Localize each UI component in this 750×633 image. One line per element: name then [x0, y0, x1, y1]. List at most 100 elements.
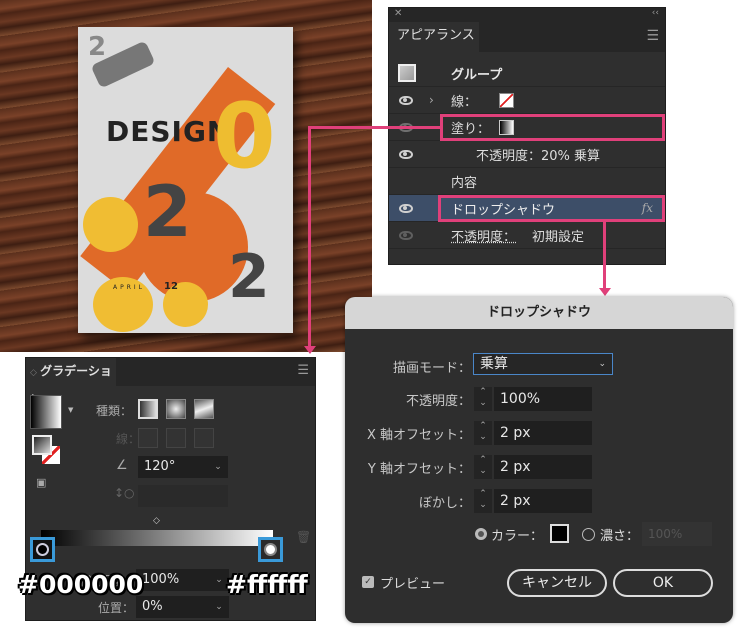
preview-checkbox[interactable]: ✓ — [362, 576, 374, 588]
poster-yellow-blob — [83, 197, 138, 252]
y-offset-stepper[interactable]: ⌃ ⌄ — [474, 455, 492, 479]
eye-icon[interactable] — [399, 95, 413, 105]
connector-line — [603, 222, 606, 290]
panel-menu-icon[interactable]: ☰ — [297, 363, 309, 378]
poster-digit: 0 — [213, 84, 276, 189]
connector-line — [309, 126, 440, 129]
eye-icon[interactable] — [399, 230, 413, 240]
angle-icon: ∠ — [116, 458, 128, 473]
connector-line — [308, 126, 311, 348]
tab-appearance[interactable]: アピアランス — [389, 22, 479, 52]
arrow-down-icon — [304, 346, 316, 354]
shadow-color-swatch[interactable] — [550, 524, 569, 543]
aspect-ratio-input[interactable] — [138, 485, 228, 507]
angle-input[interactable]: 120° — [138, 456, 208, 478]
chevron-right-icon[interactable]: › — [429, 93, 434, 107]
dialog-title: ドロップシャドウ — [345, 297, 733, 329]
blend-mode-value: 乗算 — [480, 356, 508, 372]
blend-mode-select[interactable]: 乗算 ⌄ — [473, 353, 613, 375]
poster-date-label: APRIL — [113, 284, 146, 291]
panel-menu-icon[interactable]: ☰ — [646, 28, 659, 44]
trash-icon[interactable]: 🗑 — [296, 530, 311, 544]
group-label: グループ — [451, 67, 503, 83]
x-offset-stepper[interactable]: ⌃ ⌄ — [474, 421, 492, 445]
color-radio[interactable] — [475, 528, 487, 540]
aspect-ratio-icon: ↕○ — [114, 486, 135, 500]
appearance-row-contents[interactable]: 内容 — [389, 168, 665, 195]
poster-date-number: 12 — [164, 281, 178, 292]
hex-label-white: #ffffff — [226, 570, 308, 599]
gradient-slider[interactable] — [41, 530, 273, 546]
ok-button[interactable]: OK — [613, 569, 713, 597]
position-input[interactable]: 0% — [136, 596, 209, 618]
radial-gradient-button[interactable] — [166, 399, 186, 419]
drop-shadow-dialog: ドロップシャドウ 描画モード： 乗算 ⌄ 不透明度： ⌃ ⌄ 100% X 軸オフセ… — [345, 297, 733, 623]
stroke-gradient-along-button[interactable] — [166, 428, 186, 448]
eye-icon[interactable] — [399, 203, 413, 213]
x-offset-label: X 軸オフセット： — [366, 428, 471, 443]
opacity-value: 初期設定 — [532, 229, 585, 245]
swap-fill-stroke-icon[interactable]: ▣ — [36, 476, 46, 489]
x-offset-input[interactable]: 2 px — [494, 421, 592, 445]
blur-label: ぼかし： — [418, 496, 471, 511]
darkness-radio[interactable] — [582, 528, 595, 541]
darkness-input[interactable]: 100% — [642, 522, 712, 546]
stroke-label: 線： — [451, 94, 478, 110]
chevron-down-icon: ⌄ — [598, 359, 606, 369]
opacity-label[interactable]: 不透明度： — [451, 226, 516, 245]
stroke-label: 線： — [116, 432, 141, 446]
opacity-input[interactable]: 100% — [136, 569, 209, 591]
tab-bar-fill: ☰ — [116, 358, 315, 386]
poster-digit: 2 — [228, 242, 270, 312]
poster: 2 DESIGN 0 2 2 2 APRIL 12 — [78, 27, 293, 333]
gradient-preview-swatch[interactable] — [30, 395, 62, 429]
blur-stepper[interactable]: ⌃ ⌄ — [474, 489, 492, 513]
appearance-row-stroke[interactable]: › 線： — [389, 87, 665, 114]
opacity-input[interactable]: 100% — [494, 387, 592, 411]
color-stop-left[interactable] — [30, 537, 55, 562]
thumbnail — [398, 64, 416, 82]
blend-mode-label: 描画モード： — [392, 361, 471, 376]
hex-label-black: #000000 — [18, 570, 144, 599]
panel-header-bar: ✕ ‹‹ — [389, 8, 665, 22]
fill-opacity-value[interactable]: 不透明度：20% 乗算 — [476, 145, 600, 164]
position-label: 位置： — [98, 601, 135, 615]
contents-label: 内容 — [451, 175, 478, 191]
darkness-label: 濃さ： — [600, 529, 640, 544]
chevron-down-icon[interactable]: ⌄ — [208, 456, 228, 478]
appearance-row-fill-opacity[interactable]: 不透明度：20% 乗算 — [389, 141, 665, 168]
arrow-down-icon — [599, 288, 611, 296]
fill-swatch[interactable] — [32, 435, 52, 455]
y-offset-label: Y 軸オフセット： — [367, 462, 471, 477]
eye-icon[interactable] — [399, 149, 413, 159]
stop-marker-icon — [36, 543, 49, 556]
appearance-row-group[interactable]: グループ — [389, 60, 665, 87]
type-label: 種類： — [96, 404, 133, 418]
color-label: カラー： — [491, 529, 544, 544]
dropdown-icon[interactable]: ▼ — [68, 406, 73, 414]
opacity-stepper[interactable]: ⌃ ⌄ — [474, 387, 492, 411]
stroke-gradient-across-button[interactable] — [194, 428, 214, 448]
blur-input[interactable]: 2 px — [494, 489, 592, 513]
linear-gradient-button[interactable] — [138, 399, 158, 419]
close-icon[interactable]: ✕ — [394, 8, 402, 19]
y-offset-input[interactable]: 2 px — [494, 455, 592, 479]
color-stop-right[interactable] — [258, 537, 283, 562]
poster-photo: 2 DESIGN 0 2 2 2 APRIL 12 — [0, 0, 372, 352]
chevron-down-icon[interactable]: ⌄ — [209, 596, 229, 618]
stop-marker-icon — [264, 543, 277, 556]
preview-label: プレビュー — [380, 577, 446, 592]
opacity-label: 不透明度： — [405, 394, 471, 409]
fill-highlight — [440, 114, 665, 141]
appearance-row-opacity[interactable]: 不透明度： 初期設定 — [389, 222, 665, 249]
collapse-icon[interactable]: ‹‹ — [652, 8, 659, 18]
stroke-none-swatch[interactable] — [499, 92, 514, 108]
stroke-gradient-within-button[interactable] — [138, 428, 158, 448]
freeform-gradient-button[interactable] — [194, 399, 214, 419]
cancel-button[interactable]: キャンセル — [507, 569, 607, 597]
tab-gradient[interactable]: ◇ グラデーション — [26, 358, 116, 406]
tab-bar-fill: ☰ — [479, 22, 665, 52]
drop-shadow-highlight — [438, 195, 665, 222]
midpoint-diamond-icon[interactable]: ◇ — [153, 516, 160, 526]
poster-small-digit: 2 — [88, 32, 107, 62]
